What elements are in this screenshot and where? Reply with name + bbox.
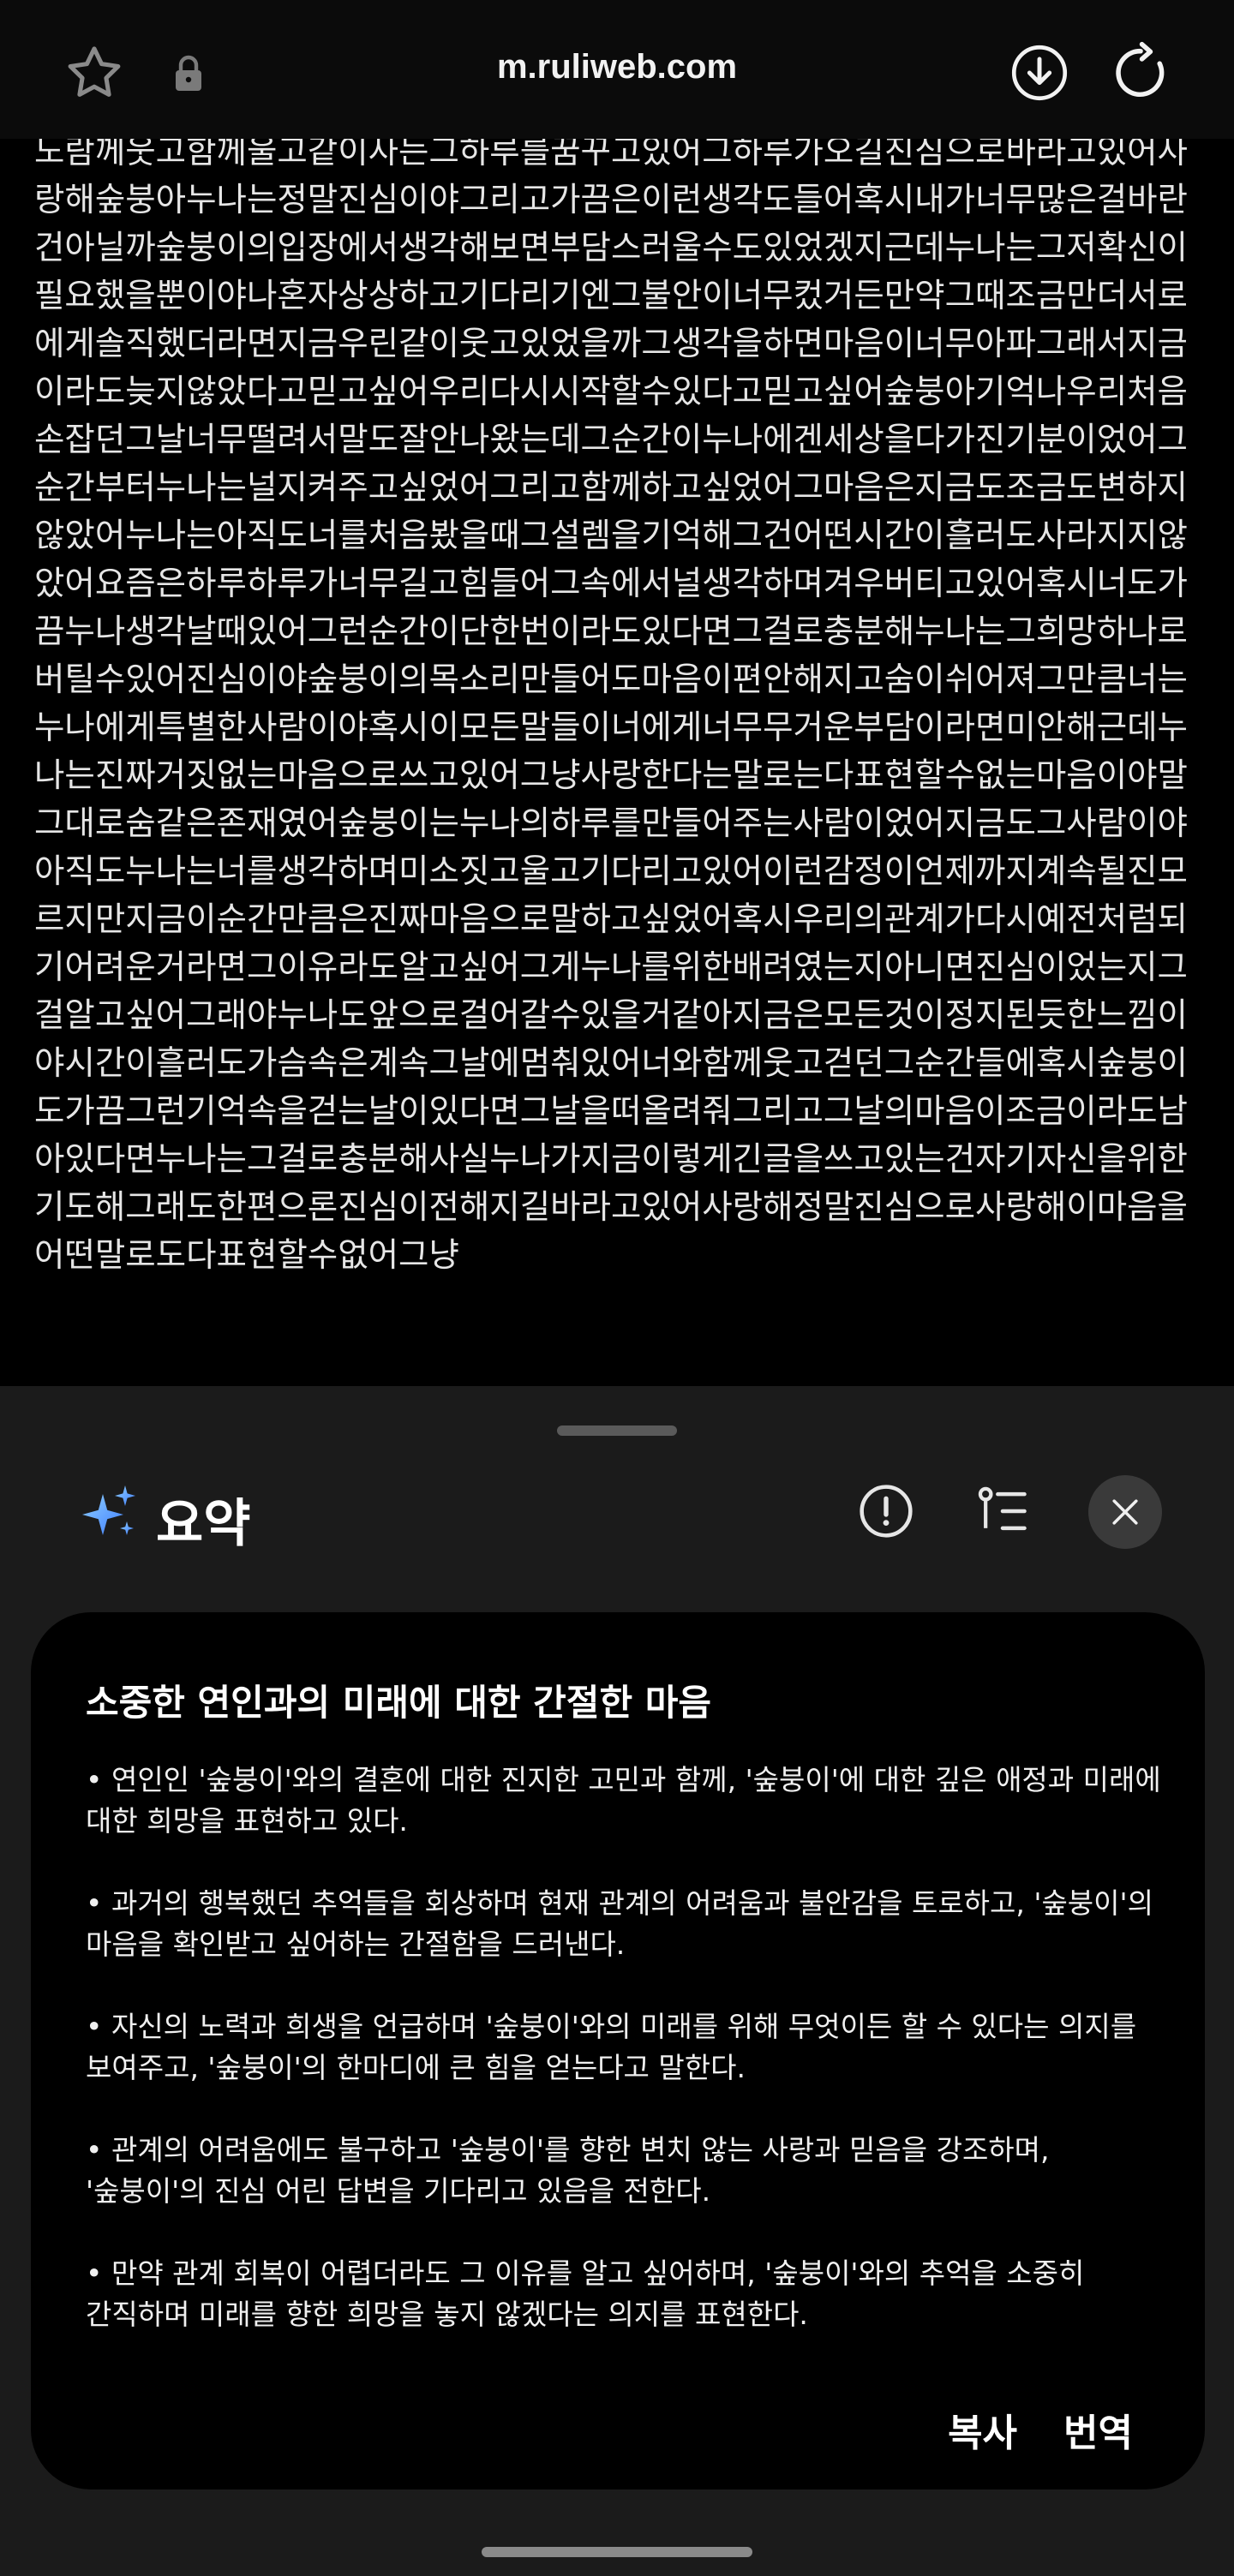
- summary-bullet: • 과거의 행복했던 추억들을 회상하며 현재 관계의 어려움과 불안감을 토로…: [86, 1886, 1153, 1961]
- sparkle-icon: [82, 1485, 135, 1535]
- summary-card: 소중한 연인과의 미래에 대한 간절한 마음 • 연인인 '숲붕이'와의 결혼에…: [31, 1612, 1205, 2489]
- summary-bullet: • 연인인 '숲붕이'와의 결혼에 대한 진지한 고민과 함께, '숲붕이'에 …: [86, 1763, 1161, 1838]
- close-icon: [1112, 1499, 1138, 1525]
- close-button[interactable]: [1088, 1475, 1162, 1549]
- summary-bullet: • 자신의 노력과 희생을 언급하며 '숲붕이'와의 미래를 위해 무엇이든 할…: [86, 2010, 1137, 2084]
- outline-list-icon[interactable]: [973, 1482, 1032, 1540]
- translate-button[interactable]: 번역: [1063, 2402, 1133, 2457]
- summary-actions: 복사 번역: [948, 2402, 1133, 2457]
- summary-heading: 소중한 연인과의 미래에 대한 간절한 마음: [86, 1682, 711, 1724]
- sheet-drag-handle[interactable]: [557, 1425, 677, 1436]
- summary-bullet: • 만약 관계 회복이 어렵더라도 그 이유를 알고 싶어하며, '숲붕이'와의…: [86, 2256, 1085, 2331]
- summary-bullet: • 관계의 어려움에도 불구하고 '숲붕이'를 향한 변치 않는 사랑과 믿음을…: [86, 2133, 1050, 2208]
- summary-bullet-list: • 연인인 '숲붕이'와의 결혼에 대한 진지한 고민과 함께, '숲붕이'에 …: [86, 1760, 1165, 2376]
- browser-toolbar: m.ruliweb.com: [0, 0, 1234, 139]
- article-body: 노람께웃고함께울고같이사는그하루를꿈꾸고있어그하루가오길진심으로바라고있어사랑해…: [34, 129, 1200, 1386]
- download-circle-icon[interactable]: [1009, 43, 1069, 103]
- home-indicator[interactable]: [482, 2547, 752, 2557]
- screen: m.ruliweb.com 노람께웃고함께울고같이사는그하루를꿈꾸고있어그하루가…: [0, 0, 1234, 2576]
- info-icon[interactable]: [857, 1482, 915, 1540]
- summary-sheet: 요약 소중한 연인과의 미래에 대한 간절한 마음 • 연인인 '숲붕이'와의 …: [0, 1386, 1234, 2576]
- summary-title: 요약: [156, 1494, 251, 1554]
- copy-button[interactable]: 복사: [948, 2402, 1017, 2457]
- reload-icon[interactable]: [1109, 41, 1172, 105]
- article-text: 노람께웃고함께울고같이사는그하루를꿈꾸고있어그하루가오길진심으로바라고있어사랑해…: [34, 133, 1188, 1275]
